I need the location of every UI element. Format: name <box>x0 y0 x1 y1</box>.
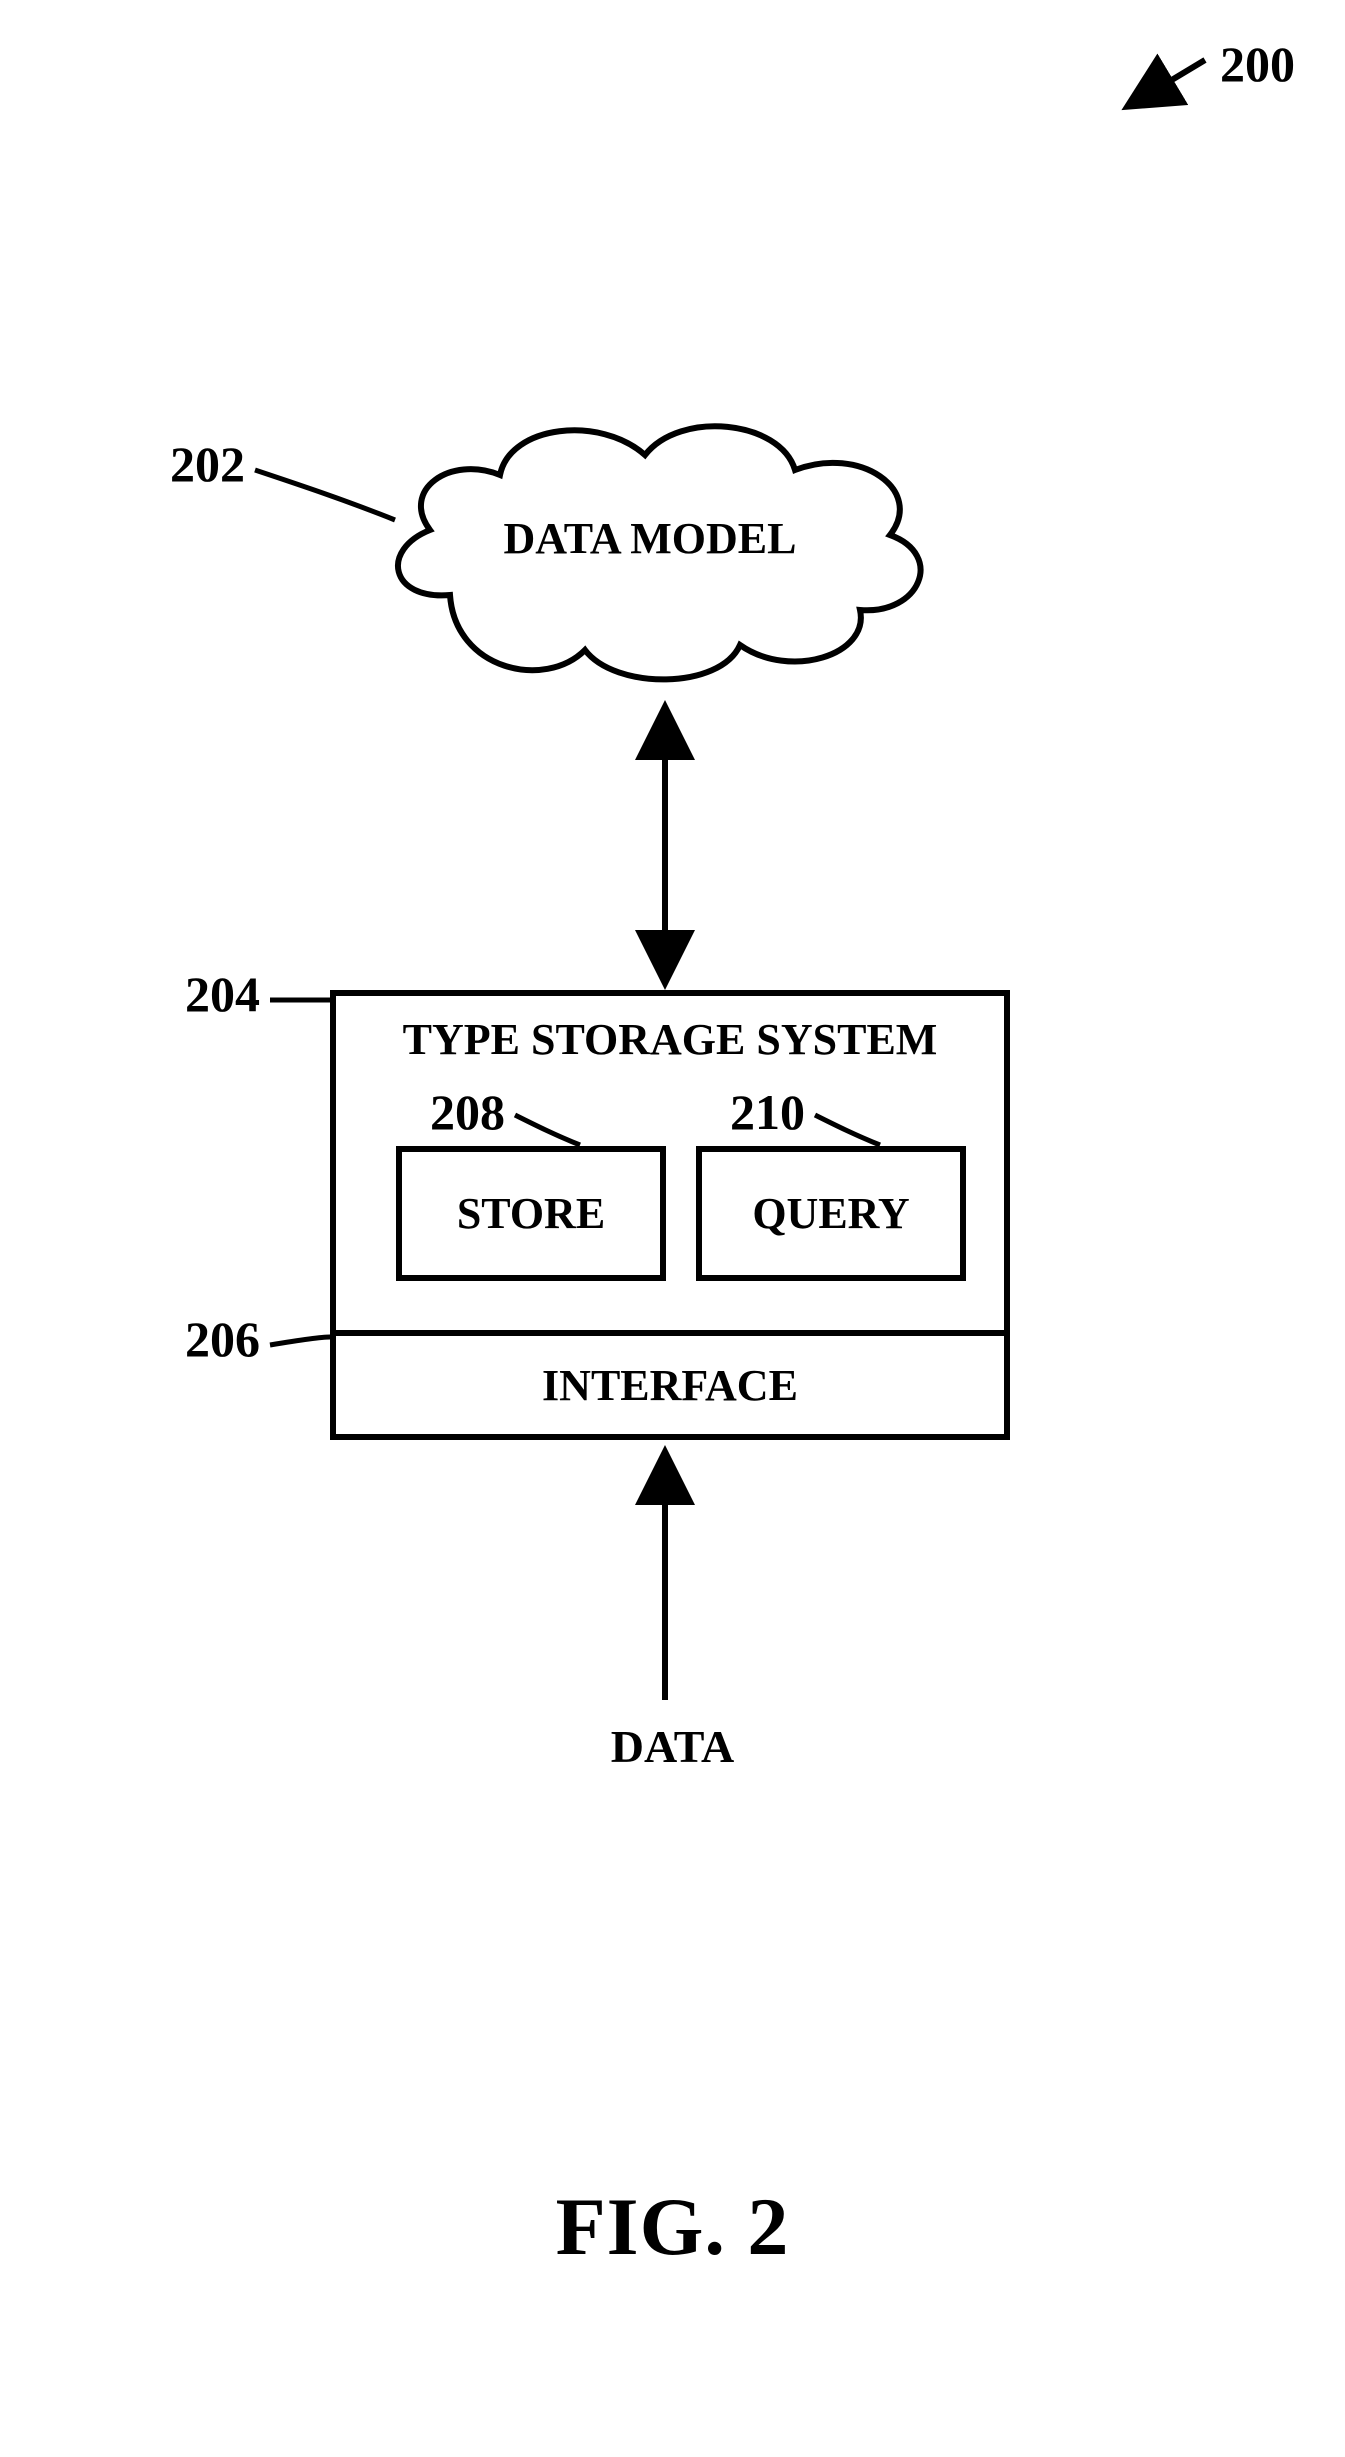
interface-label: INTERFACE <box>542 1360 798 1411</box>
interface-box: INTERFACE <box>330 1330 1010 1440</box>
data-label: DATA <box>0 1720 1345 1773</box>
query-label: QUERY <box>752 1188 909 1239</box>
ref-208-label: 208 <box>430 1083 505 1141</box>
store-label: STORE <box>457 1188 605 1239</box>
query-box: QUERY <box>696 1146 966 1281</box>
ref-202-label: 202 <box>170 435 245 493</box>
cloud-data-model: DATA MODEL <box>360 400 940 690</box>
ref-210-label: 210 <box>730 1083 805 1141</box>
ref-200-label: 200 <box>1220 35 1295 93</box>
figure-caption: FIG. 2 <box>0 2180 1345 2274</box>
ref-200-lead-arrow <box>1130 60 1205 105</box>
ref-206-lead-line <box>270 1337 330 1345</box>
ref-206-label: 206 <box>185 1310 260 1368</box>
ref-204-label: 204 <box>185 965 260 1023</box>
store-box: STORE <box>396 1146 666 1281</box>
cloud-label: DATA MODEL <box>360 513 940 564</box>
diagram-stage: 200 DATA MODEL TYPE STORAGE SYSTEM STORE… <box>0 0 1345 2457</box>
tss-title: TYPE STORAGE SYSTEM <box>336 1014 1004 1065</box>
